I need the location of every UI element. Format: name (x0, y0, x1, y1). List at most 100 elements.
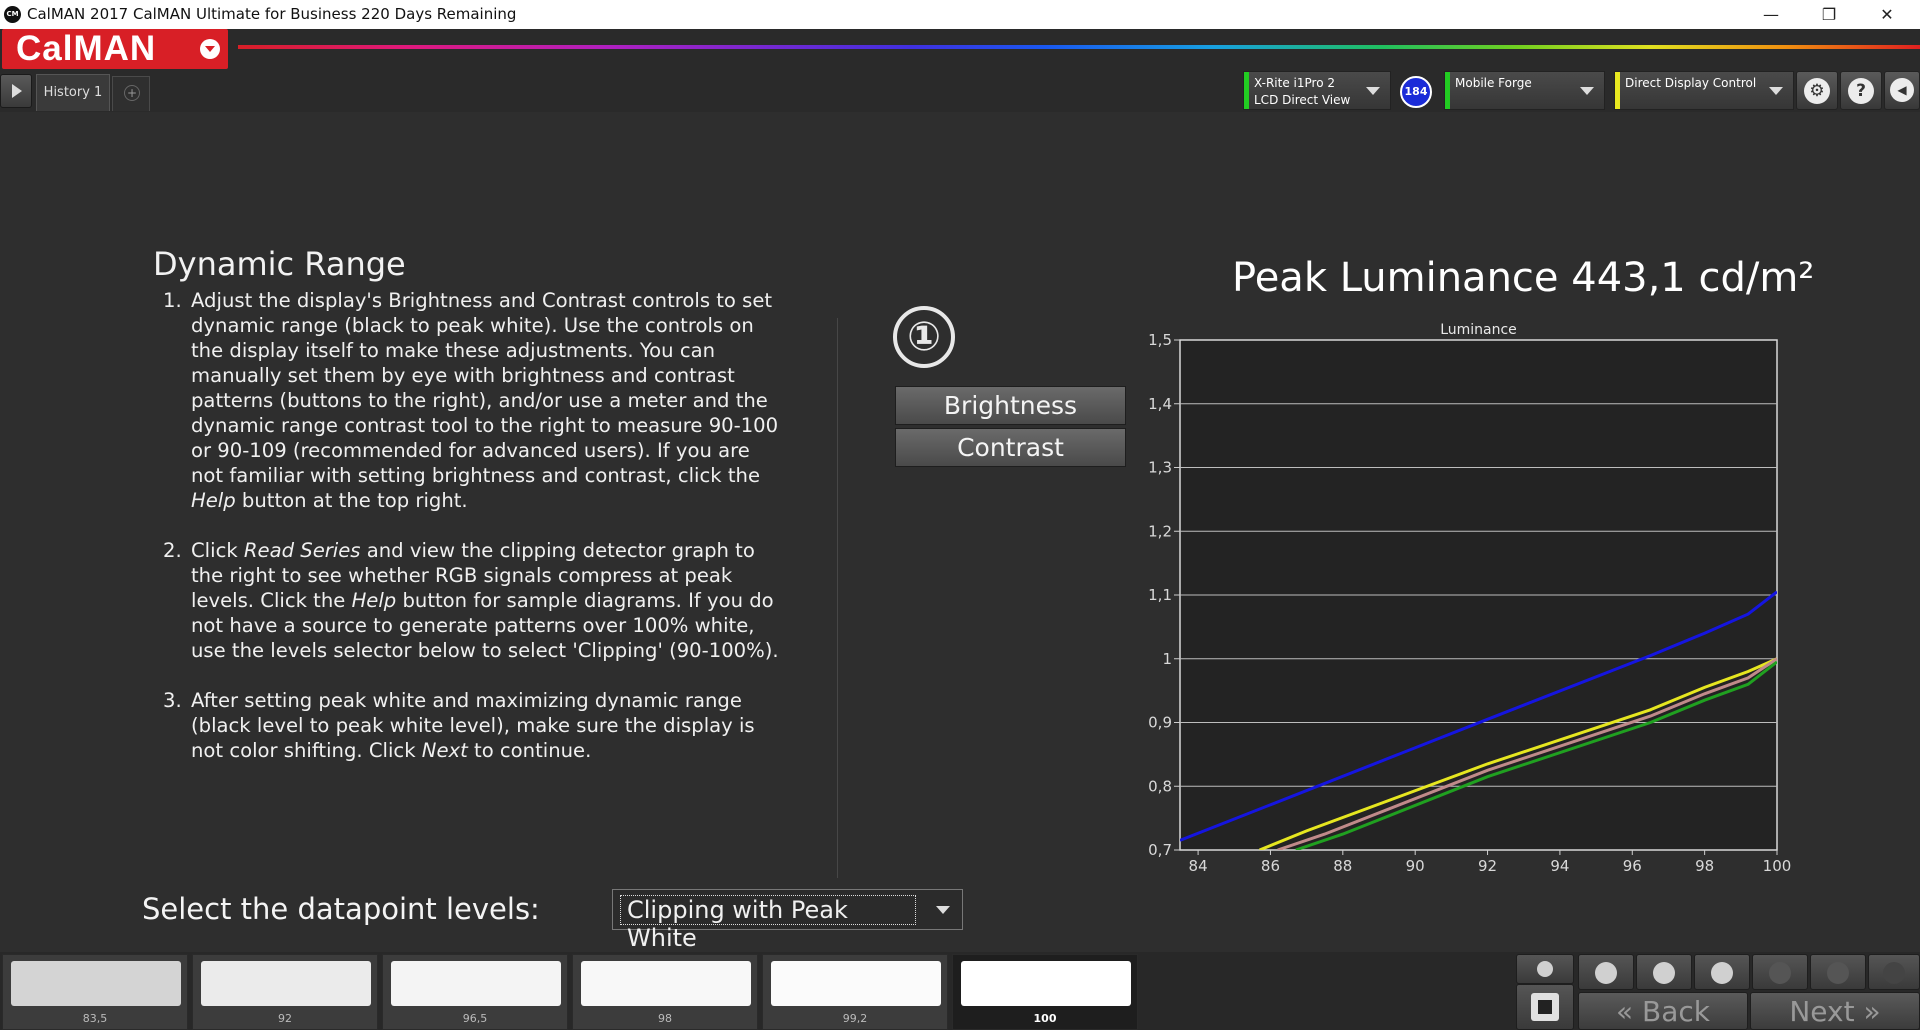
plus-icon: + (124, 85, 140, 101)
stop-icon (1531, 993, 1559, 1021)
x-tick-label: 92 (1478, 857, 1497, 875)
help-icon: ? (1848, 78, 1874, 104)
datapoint-swatch[interactable]: 98 (572, 954, 758, 1030)
y-tick-label: 1,2 (1148, 522, 1172, 540)
instruction-step-1: 1. Adjust the display's Brightness and C… (163, 289, 779, 512)
contrast-button[interactable]: Contrast (895, 428, 1126, 467)
x-tick-label: 86 (1261, 857, 1280, 875)
swatch-label: 96,5 (462, 1012, 488, 1025)
close-button[interactable]: ✕ (1858, 0, 1916, 29)
calman-logo: CalMAN (16, 29, 157, 68)
settings-button[interactable]: ⚙ (1796, 71, 1838, 110)
chevron-down-icon (1580, 87, 1594, 95)
x-tick-label: 96 (1623, 857, 1642, 875)
datapoint-levels-select[interactable]: Clipping with Peak White (612, 889, 963, 952)
brightness-button[interactable]: Brightness (895, 386, 1126, 425)
datapoint-levels-value: Clipping with Peak White (620, 895, 916, 952)
chevron-double-left-icon: « (1615, 995, 1634, 1028)
add-tab-button[interactable]: + (112, 76, 150, 111)
read-stop-button[interactable] (1578, 954, 1634, 990)
display-status-stripe (1615, 72, 1620, 109)
datapoint-swatch[interactable]: 96,5 (382, 954, 568, 1030)
play-icon (1653, 962, 1675, 984)
gear-icon: ⚙ (1804, 78, 1830, 104)
instruction-list: 1. Adjust the display's Brightness and C… (155, 288, 785, 788)
source-selector[interactable]: Mobile Forge (1444, 71, 1605, 110)
page-title: Dynamic Range (153, 245, 406, 283)
swatch-label: 92 (278, 1012, 292, 1025)
divider (837, 318, 838, 878)
back-button[interactable]: « Back (1578, 992, 1748, 1030)
back-label: Back (1642, 995, 1711, 1028)
maximize-button[interactable]: ❐ (1800, 0, 1858, 29)
swatch-label: 83,5 (82, 1012, 108, 1025)
swatch-label: 99,2 (842, 1012, 868, 1025)
swatch-color (201, 961, 371, 1006)
read-series-button[interactable] (1636, 954, 1692, 990)
y-tick-label: 0,7 (1148, 841, 1172, 859)
hold-icon (1711, 962, 1733, 984)
app-window: CM CalMAN 2017 CalMAN Ultimate for Busin… (0, 0, 1920, 1030)
swatch-color (581, 961, 751, 1006)
swatch-color (961, 961, 1131, 1006)
chevron-left-icon: ◀ (1890, 78, 1914, 102)
chevron-down-icon (1769, 87, 1783, 95)
chevron-down-icon (936, 906, 950, 914)
meter-name: X-Rite i1Pro 2 (1254, 76, 1335, 90)
y-tick-label: 1,5 (1148, 331, 1172, 349)
swatch-color (11, 961, 181, 1006)
meter-status-stripe (1244, 72, 1249, 109)
chevron-down-icon (1366, 87, 1380, 95)
chart-title: Luminance (1440, 322, 1517, 338)
collapse-panel-button[interactable]: ◀ (1884, 71, 1920, 110)
datapoint-swatch[interactable]: 83,5 (2, 954, 188, 1030)
minimize-button[interactable]: — (1742, 0, 1800, 29)
title-bar: CM CalMAN 2017 CalMAN Ultimate for Busin… (0, 0, 1920, 29)
datapoint-swatch[interactable]: 92 (192, 954, 378, 1030)
app-logo-icon: CM (4, 6, 21, 23)
record-icon (1883, 962, 1905, 984)
refresh-icon (1827, 962, 1849, 984)
datapoint-swatch[interactable]: 99,2 (762, 954, 948, 1030)
hold-button[interactable] (1694, 954, 1750, 990)
x-tick-label: 100 (1763, 857, 1792, 875)
calman-menu-button[interactable]: CalMAN (2, 29, 228, 69)
help-button[interactable]: ? (1840, 71, 1882, 110)
chevron-double-right-icon: » (1863, 995, 1881, 1028)
meter-selector[interactable]: X-Rite i1Pro 2 LCD Direct View (1243, 71, 1391, 110)
swatch-color (391, 961, 561, 1006)
brand-bar (0, 29, 1920, 69)
refresh-button[interactable] (1810, 954, 1866, 990)
eject-icon (1537, 961, 1553, 977)
y-tick-label: 1 (1162, 650, 1172, 668)
y-tick-label: 0,8 (1148, 777, 1172, 795)
swatch-label: 98 (658, 1012, 672, 1025)
display-name: Direct Display Control (1625, 76, 1757, 90)
swatch-label: 100 (1033, 1012, 1057, 1025)
display-selector[interactable]: Direct Display Control (1614, 71, 1794, 110)
luminance-chart: Luminance 0,7 0,8 0,9 1 1,1 1,2 1,3 1,4 1,5 84 86 88… (1148, 322, 1792, 875)
next-button[interactable]: Next » (1750, 992, 1920, 1030)
y-tick-label: 0,9 (1148, 714, 1172, 732)
stop-button[interactable] (1516, 984, 1574, 1030)
next-label: Next (1789, 995, 1855, 1028)
y-tick-label: 1,3 (1148, 459, 1172, 477)
datapoint-swatch[interactable]: 100 (952, 954, 1138, 1030)
play-icon[interactable] (0, 74, 32, 108)
stop-icon (1595, 962, 1617, 984)
record-button[interactable] (1868, 954, 1920, 990)
y-tick-label: 1,4 (1148, 395, 1172, 413)
x-tick-label: 84 (1189, 857, 1208, 875)
tab-history-1[interactable]: History 1 (36, 74, 110, 111)
x-tick-label: 88 (1333, 857, 1352, 875)
continuous-button[interactable] (1752, 954, 1808, 990)
source-status-stripe (1445, 72, 1450, 109)
x-tick-label: 90 (1406, 857, 1425, 875)
x-tick-label: 98 (1695, 857, 1714, 875)
step-number-icon: ① (893, 306, 955, 368)
meter-badge[interactable]: 184 (1400, 76, 1432, 108)
chevron-down-icon (200, 39, 220, 59)
y-tick-label: 1,1 (1148, 586, 1172, 604)
eject-button[interactable] (1516, 954, 1574, 984)
x-tick-label: 94 (1550, 857, 1569, 875)
